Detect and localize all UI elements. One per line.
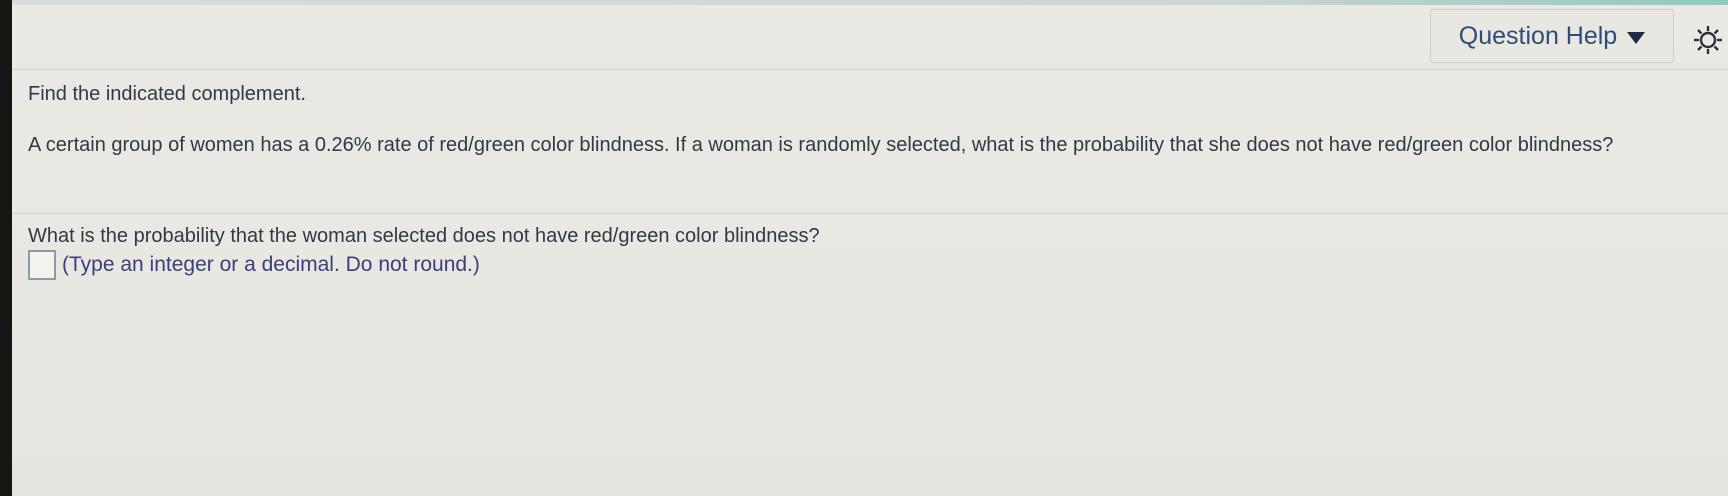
gear-icon[interactable]: [1692, 24, 1724, 56]
answer-input[interactable]: [28, 250, 56, 280]
question-help-label: Question Help: [1458, 21, 1618, 50]
window-left-edge: [0, 0, 12, 496]
answer-prompt: What is the probability that the woman s…: [28, 225, 820, 247]
question-text: A certain group of women has a 0.26% rat…: [28, 134, 1614, 156]
answer-row: (Type an integer or a decimal. Do not ro…: [28, 250, 480, 280]
header-divider: [12, 69, 1728, 70]
caret-down-icon: [1627, 31, 1646, 44]
question-help-button[interactable]: Question Help: [1430, 9, 1674, 63]
question-divider: [12, 213, 1728, 214]
answer-hint: (Type an integer or a decimal. Do not ro…: [62, 253, 480, 276]
question-instruction: Find the indicated complement.: [28, 83, 306, 105]
